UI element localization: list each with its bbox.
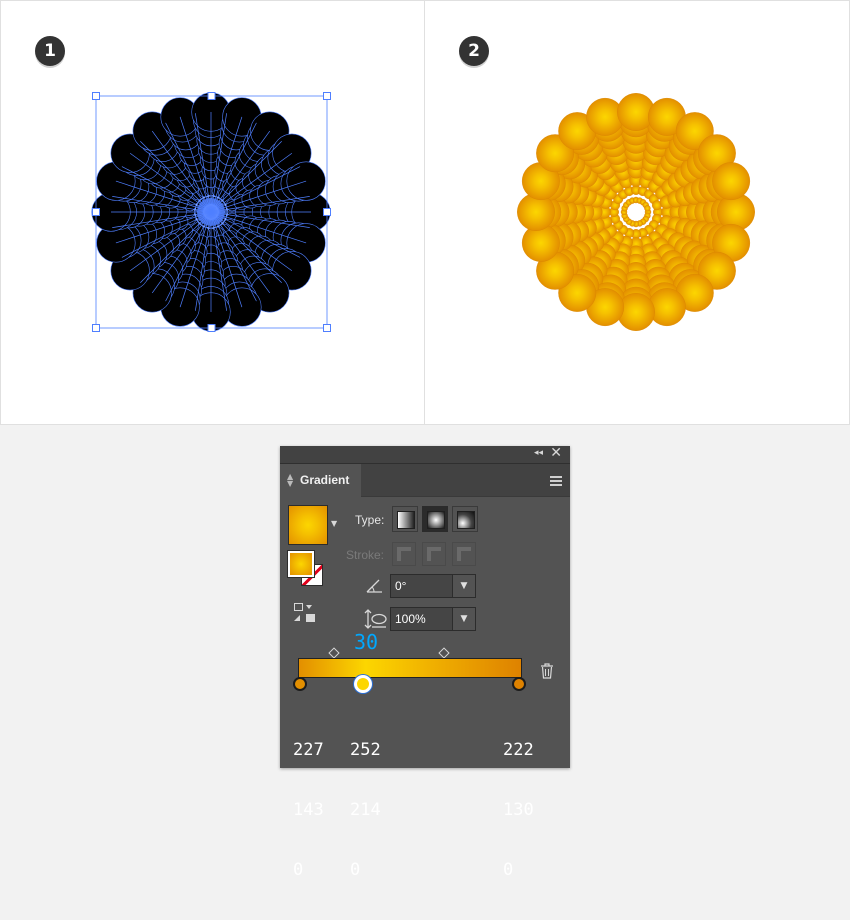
radial-gradient-button[interactable] [422, 506, 448, 532]
stop-middle-r: 252 [350, 740, 381, 760]
reverse-gradient-icon[interactable] [294, 602, 316, 622]
flower-center [634, 209, 638, 215]
radial-gradient-icon [427, 511, 445, 529]
black-flower-selected-artwork[interactable] [1, 1, 426, 426]
angle-field[interactable]: ▼ [390, 574, 476, 598]
gradient-midpoint-1[interactable] [328, 647, 340, 659]
fill-swatch[interactable] [287, 550, 315, 578]
freeform-gradient-button[interactable] [452, 506, 478, 532]
stop-right-g: 130 [503, 800, 534, 820]
stroke-along-button[interactable] [422, 542, 446, 566]
stroke-along-icon [427, 547, 441, 561]
stop-location-value: 30 [354, 630, 379, 654]
step-1-panel: 1 [0, 0, 425, 425]
stroke-across-button[interactable] [452, 542, 476, 566]
linear-gradient-icon [397, 511, 415, 529]
angle-input[interactable] [391, 575, 453, 597]
stop-middle-b: 0 [350, 860, 361, 880]
tab-expand-icon: ▲ ▼ [287, 472, 294, 488]
stop-right-rgb-values: 222 130 0 [503, 700, 544, 920]
delete-stop-trash-icon[interactable] [540, 663, 554, 679]
flower-center [197, 198, 225, 226]
aspect-ratio-dropdown-icon[interactable]: ▼ [452, 608, 475, 630]
angle-icon [366, 579, 382, 593]
selection-handle[interactable] [92, 92, 100, 100]
selection-handle[interactable] [323, 208, 331, 216]
gradient-slider-bar[interactable] [298, 658, 522, 678]
close-panel-icon[interactable]: ✕ [550, 445, 562, 461]
aspect-ratio-field[interactable]: ▼ [390, 607, 476, 631]
tab-gradient[interactable]: ▲ ▼ Gradient [280, 464, 361, 497]
stop-right-r: 222 [503, 740, 534, 760]
selection-handle[interactable] [92, 208, 100, 216]
linear-gradient-button[interactable] [392, 506, 418, 532]
step-2-panel: 2 [424, 0, 850, 425]
collapse-panel-icon[interactable]: ◂◂ [534, 448, 543, 458]
gradient-stop-middle[interactable] [354, 675, 372, 693]
stop-left-rgb-values: 227 143 0 [293, 700, 334, 920]
stop-left-r: 227 [293, 740, 324, 760]
selection-handle[interactable] [207, 324, 216, 332]
panel-tab-bar: ▲ ▼ Gradient [280, 464, 570, 497]
selection-handle[interactable] [92, 324, 100, 332]
aspect-ratio-icon [364, 609, 387, 629]
gradient-midpoint-2[interactable] [438, 647, 450, 659]
stop-left-b: 0 [293, 860, 304, 880]
freeform-gradient-icon [457, 511, 475, 529]
gradient-presets-dropdown-icon[interactable]: ▼ [331, 519, 337, 528]
gradient-flower-artwork[interactable] [425, 1, 850, 426]
selection-handle[interactable] [207, 92, 216, 100]
gradient-stop-left[interactable] [293, 677, 307, 691]
panel-title-bar: ◂◂ ✕ [280, 445, 570, 464]
tab-gradient-label: Gradient [300, 473, 350, 487]
gradient-stop-right[interactable] [512, 677, 526, 691]
gradient-preview-thumbnail[interactable] [288, 505, 328, 545]
angle-dropdown-icon[interactable]: ▼ [452, 575, 475, 597]
stroke-across-icon [457, 547, 471, 561]
gradient-panel: ◂◂ ✕ ▲▼ Gradient ▼ Type: Stroke: ▼ [280, 445, 570, 880]
selection-handle[interactable] [323, 324, 331, 332]
type-label: Type: [355, 513, 385, 527]
selection-handle[interactable] [323, 92, 331, 100]
stroke-within-button[interactable] [392, 542, 416, 566]
stop-right-b: 0 [503, 860, 514, 880]
aspect-ratio-input[interactable] [391, 608, 453, 630]
stop-middle-g: 214 [350, 800, 381, 820]
stroke-within-icon [397, 547, 411, 561]
stop-left-g: 143 [293, 800, 324, 820]
panel-menu-icon[interactable] [550, 476, 562, 488]
stroke-label: Stroke: [346, 548, 385, 562]
stop-middle-rgb-values: 252 214 0 [350, 700, 391, 920]
